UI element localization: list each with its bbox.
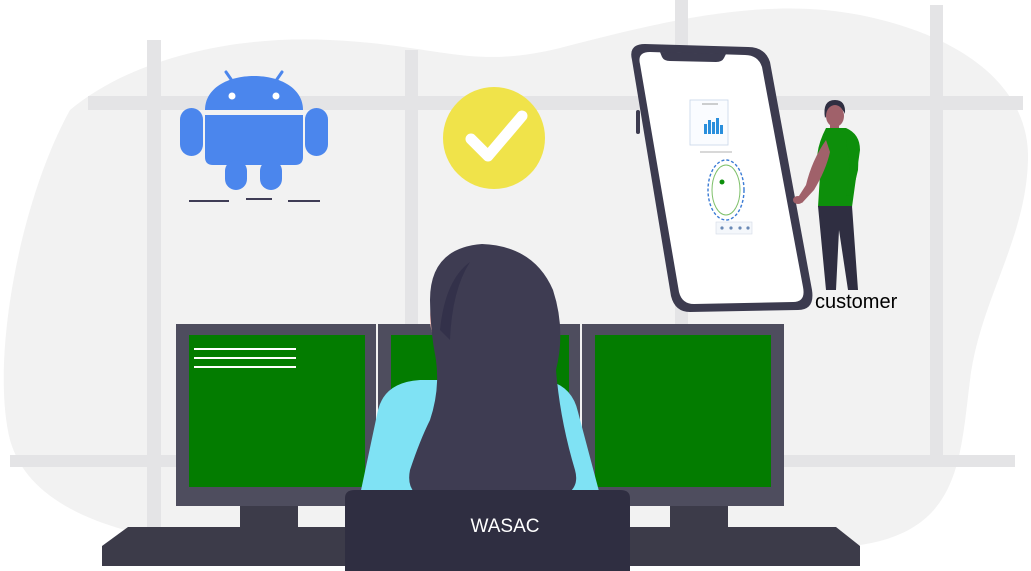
customer-label: customer xyxy=(815,291,898,313)
check-circle-icon xyxy=(443,87,545,189)
illustration-scene: customer WASAC xyxy=(3,0,1029,571)
chair-label: WASAC xyxy=(471,516,540,537)
